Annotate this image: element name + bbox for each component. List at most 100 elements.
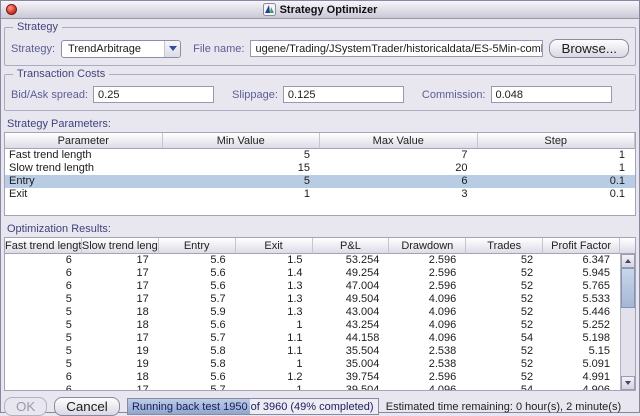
results-column-header[interactable]: Slow trend length [82,238,159,254]
param-name-cell[interactable]: Exit [5,188,163,201]
result-cell[interactable]: 17 [82,384,159,390]
result-cell[interactable]: 35.504 [313,345,390,358]
result-cell[interactable]: 44.158 [313,332,390,345]
slippage-input[interactable]: 0.125 [283,86,404,103]
param-max-cell[interactable]: 20 [320,162,478,175]
results-column-header[interactable]: Trades [466,238,543,254]
result-cell[interactable]: 52 [466,280,543,293]
result-cell[interactable]: 5.8 [159,358,236,371]
result-cell[interactable]: 43.004 [313,306,390,319]
result-cell[interactable]: 1 [236,319,313,332]
results-row[interactable]: 6 17 5.7 1 39.504 4.096 54 4.906 [5,384,620,390]
parameters-row[interactable]: Entry 5 6 0.1 [5,175,635,188]
results-row[interactable]: 5 19 5.8 1 35.004 2.538 52 5.091 [5,358,620,371]
result-cell[interactable]: 5.6 [159,280,236,293]
results-row[interactable]: 5 18 5.6 1 43.254 4.096 52 5.252 [5,319,620,332]
result-cell[interactable]: 5.6 [159,371,236,384]
result-cell[interactable]: 1 [236,358,313,371]
result-cell[interactable]: 6 [5,280,82,293]
result-cell[interactable]: 18 [82,319,159,332]
result-cell[interactable]: 5 [5,319,82,332]
param-min-cell[interactable]: 5 [163,149,321,162]
results-column-header[interactable]: Fast trend length [5,238,82,254]
result-cell[interactable]: 4.096 [389,319,466,332]
param-name-cell[interactable]: Entry [5,175,163,188]
results-row[interactable]: 6 17 5.6 1.4 49.254 2.596 52 5.945 [5,267,620,280]
result-cell[interactable]: 6.347 [543,254,620,267]
parameters-row[interactable]: Slow trend length 15 20 1 [5,162,635,175]
result-cell[interactable]: 17 [82,254,159,267]
result-cell[interactable]: 19 [82,358,159,371]
param-max-cell[interactable]: 7 [320,149,478,162]
param-max-cell[interactable]: 3 [320,188,478,201]
parameters-row[interactable]: Exit 1 3 0.1 [5,188,635,201]
results-column-header[interactable]: Exit [236,238,313,254]
results-row[interactable]: 6 18 5.6 1.2 39.754 2.596 52 4.991 [5,371,620,384]
result-cell[interactable]: 17 [82,280,159,293]
result-cell[interactable]: 1.3 [236,293,313,306]
param-step-cell[interactable]: 1 [478,149,636,162]
results-scrollbar[interactable] [620,254,635,390]
result-cell[interactable]: 4.096 [389,306,466,319]
results-row[interactable]: 5 17 5.7 1.3 49.504 4.096 52 5.533 [5,293,620,306]
result-cell[interactable]: 4.096 [389,332,466,345]
result-cell[interactable]: 5.7 [159,332,236,345]
result-cell[interactable]: 2.538 [389,345,466,358]
results-column-header[interactable]: Drawdown [389,238,466,254]
ok-button[interactable]: OK [4,397,47,416]
result-cell[interactable]: 52 [466,345,543,358]
result-cell[interactable]: 5 [5,358,82,371]
result-cell[interactable]: 5.252 [543,319,620,332]
result-cell[interactable]: 5 [5,345,82,358]
result-cell[interactable]: 54 [466,384,543,390]
result-cell[interactable]: 4.096 [389,384,466,390]
result-cell[interactable]: 35.004 [313,358,390,371]
result-cell[interactable]: 5.446 [543,306,620,319]
file-name-input[interactable]: ugene/Trading/JSystemTrader/historicalda… [250,40,543,57]
result-cell[interactable]: 19 [82,345,159,358]
browse-button[interactable]: Browse... [549,39,629,58]
parameters-column-header[interactable]: Step [478,133,636,149]
result-cell[interactable]: 5.765 [543,280,620,293]
result-cell[interactable]: 1.1 [236,332,313,345]
result-cell[interactable]: 1.4 [236,267,313,280]
commission-input[interactable]: 0.048 [491,86,612,103]
result-cell[interactable]: 4.991 [543,371,620,384]
results-row[interactable]: 5 19 5.8 1.1 35.504 2.538 52 5.15 [5,345,620,358]
result-cell[interactable]: 1.5 [236,254,313,267]
result-cell[interactable]: 54 [466,332,543,345]
result-cell[interactable]: 5.091 [543,358,620,371]
result-cell[interactable]: 49.254 [313,267,390,280]
param-step-cell[interactable]: 0.1 [478,188,636,201]
result-cell[interactable]: 6 [5,254,82,267]
result-cell[interactable]: 5.945 [543,267,620,280]
result-cell[interactable]: 39.754 [313,371,390,384]
result-cell[interactable]: 5 [5,293,82,306]
result-cell[interactable]: 5.198 [543,332,620,345]
result-cell[interactable]: 52 [466,358,543,371]
param-min-cell[interactable]: 15 [163,162,321,175]
result-cell[interactable]: 52 [466,319,543,332]
result-cell[interactable]: 6 [5,371,82,384]
results-row[interactable]: 5 17 5.7 1.1 44.158 4.096 54 5.198 [5,332,620,345]
result-cell[interactable]: 52 [466,293,543,306]
result-cell[interactable]: 17 [82,293,159,306]
result-cell[interactable]: 53.254 [313,254,390,267]
result-cell[interactable]: 6 [5,267,82,280]
result-cell[interactable]: 2.596 [389,267,466,280]
result-cell[interactable]: 6 [5,384,82,390]
result-cell[interactable]: 2.538 [389,358,466,371]
result-cell[interactable]: 17 [82,332,159,345]
result-cell[interactable]: 1 [236,384,313,390]
results-column-header[interactable]: Entry [159,238,236,254]
result-cell[interactable]: 1.2 [236,371,313,384]
result-cell[interactable]: 5 [5,332,82,345]
scrollbar-track[interactable] [621,268,635,376]
result-cell[interactable]: 2.596 [389,254,466,267]
result-cell[interactable]: 1.3 [236,306,313,319]
results-column-header[interactable]: Profit Factor [543,238,620,254]
param-name-cell[interactable]: Fast trend length [5,149,163,162]
result-cell[interactable]: 52 [466,267,543,280]
result-cell[interactable]: 5.15 [543,345,620,358]
result-cell[interactable]: 5.7 [159,384,236,390]
